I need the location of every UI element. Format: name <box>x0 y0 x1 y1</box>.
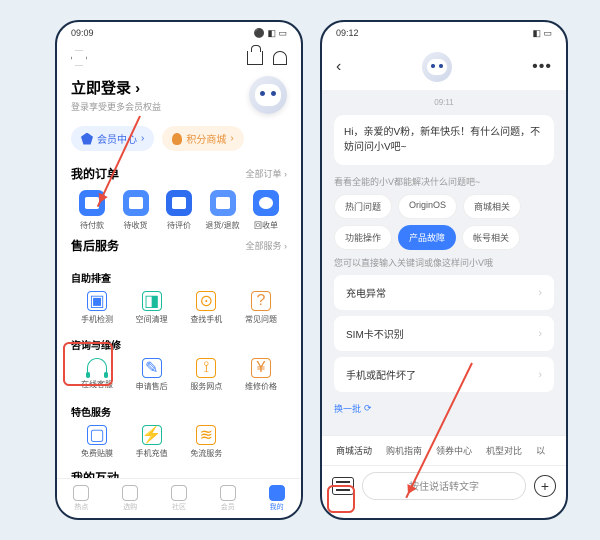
orders-section: 我的订单 全部订单 › 待付款 待收货 待评价 退货/退款 回收单 <box>57 165 301 231</box>
free-flow[interactable]: ≋免流服务 <box>180 425 232 459</box>
chip-hot[interactable]: 热门问题 <box>334 194 392 219</box>
timestamp: 09:11 <box>334 98 554 107</box>
quick-tabs: 商城活动 购机指南 领券中心 机型对比 以 <box>322 435 566 465</box>
tab-buy-guide[interactable]: 购机指南 <box>386 444 422 457</box>
order-pending-review[interactable]: 待评价 <box>158 190 200 231</box>
special-title: 特色服务 <box>71 396 287 425</box>
notification-icon[interactable] <box>273 51 287 65</box>
clock: 09:09 <box>71 28 94 38</box>
diamond-icon <box>81 133 93 145</box>
chip-account[interactable]: 帐号相关 <box>462 225 520 250</box>
service-title: 售后服务 <box>71 237 119 254</box>
apply-service[interactable]: ✎申请售后 <box>126 358 178 392</box>
tab-more[interactable]: 以 <box>536 444 545 457</box>
chat-avatar[interactable] <box>422 52 452 82</box>
chat-header: ‹ ••• <box>322 44 566 90</box>
chip-fault[interactable]: 产品故障 <box>398 225 456 250</box>
phone-right: 09:12 ◧ ▭ ‹ ••• 09:11 Hi，亲爱的V粉，新年快乐！有什么问… <box>320 20 568 520</box>
settings-hex-icon[interactable] <box>71 50 87 66</box>
phone-recharge[interactable]: ⚡手机充值 <box>126 425 178 459</box>
chip-originos[interactable]: OriginOS <box>398 194 457 219</box>
cart-icon[interactable] <box>247 51 263 65</box>
hint-keyword: 您可以直接输入关键词或像这样问小V哦 <box>334 256 554 269</box>
nav-hot[interactable]: 热点 <box>73 485 89 512</box>
login-subtitle: 登录享受更多会员权益 <box>71 100 161 113</box>
login-section[interactable]: 立即登录 › 登录享受更多会员权益 <box>57 72 301 118</box>
nav-member[interactable]: 会员 <box>220 485 236 512</box>
member-center-pill[interactable]: 会员中心 › <box>71 126 154 151</box>
chip-mall[interactable]: 商城相关 <box>463 194 521 219</box>
self-check-title: 自助排查 <box>71 262 287 291</box>
order-refund[interactable]: 退货/退款 <box>202 190 244 231</box>
nav-mine[interactable]: 我的 <box>269 485 285 512</box>
plus-icon[interactable]: + <box>534 475 556 497</box>
faq-broken[interactable]: 手机或配件坏了› <box>334 357 554 392</box>
highlight-online-service <box>63 342 113 386</box>
clock: 09:12 <box>336 28 359 38</box>
bottom-nav: 热点 选购 社区 会员 我的 <box>57 478 301 518</box>
back-icon[interactable]: ‹ <box>336 58 341 76</box>
medal-icon <box>172 133 182 145</box>
self-space-clean[interactable]: ◨空间清理 <box>126 291 178 325</box>
status-icons: ⚫ ◧ ▭ <box>254 28 287 39</box>
self-faq[interactable]: ?常见问题 <box>235 291 287 325</box>
voice-input[interactable]: 按住说话转文字 <box>362 472 526 500</box>
category-chips: 热门问题 OriginOS 商城相关 功能操作 产品故障 帐号相关 <box>334 194 554 250</box>
bot-face-icon <box>255 84 281 106</box>
service-points[interactable]: ⟟服务网点 <box>180 358 232 392</box>
chat-area: 09:11 Hi，亲爱的V粉，新年快乐！有什么问题，不妨问问小V吧~ 看看全能的… <box>322 90 566 435</box>
chevron-right-icon: › <box>538 328 542 340</box>
hint-categories: 看看全能的小V都能解决什么问题吧~ <box>334 175 554 188</box>
order-recycle[interactable]: 回收单 <box>245 190 287 231</box>
status-icons: ◧ ▭ <box>532 28 552 39</box>
chip-function[interactable]: 功能操作 <box>334 225 392 250</box>
phone-left: 09:09 ⚫ ◧ ▭ 立即登录 › 登录享受更多会员权益 会员中心 › 积分商… <box>55 20 303 520</box>
orders-more[interactable]: 全部订单 › <box>245 167 287 180</box>
input-bar: 按住说话转文字 + <box>322 465 566 505</box>
tab-compare[interactable]: 机型对比 <box>486 444 522 457</box>
nav-shop[interactable]: 选购 <box>122 485 138 512</box>
avatar[interactable] <box>249 76 287 114</box>
faq-charge[interactable]: 充电异常› <box>334 275 554 310</box>
self-phone-check[interactable]: ▣手机检测 <box>71 291 123 325</box>
highlight-keyboard <box>327 485 355 513</box>
status-bar: 09:09 ⚫ ◧ ▭ <box>57 22 301 44</box>
tab-coupon[interactable]: 领券中心 <box>436 444 472 457</box>
login-title: 立即登录 › <box>71 77 161 98</box>
status-bar: 09:12 ◧ ▭ <box>322 22 566 44</box>
service-more[interactable]: 全部服务 › <box>245 239 287 252</box>
greeting-bubble: Hi，亲爱的V粉，新年快乐！有什么问题，不妨问问小V吧~ <box>334 115 554 165</box>
bot-face-icon <box>427 59 447 75</box>
chevron-right-icon: › <box>538 369 542 381</box>
points-mall-pill[interactable]: 积分商城 › <box>162 126 243 151</box>
header <box>57 44 301 72</box>
self-find-phone[interactable]: ⊙查找手机 <box>180 291 232 325</box>
more-icon[interactable]: ••• <box>532 58 552 76</box>
repair-price[interactable]: ¥维修价格 <box>235 358 287 392</box>
nav-community[interactable]: 社区 <box>171 485 187 512</box>
free-film[interactable]: ▢免费贴膜 <box>71 425 123 459</box>
faq-sim[interactable]: SIM卡不识别› <box>334 316 554 351</box>
tab-mall-activity[interactable]: 商城活动 <box>336 444 372 457</box>
order-pending-receipt[interactable]: 待收货 <box>115 190 157 231</box>
chevron-right-icon: › <box>538 287 542 299</box>
